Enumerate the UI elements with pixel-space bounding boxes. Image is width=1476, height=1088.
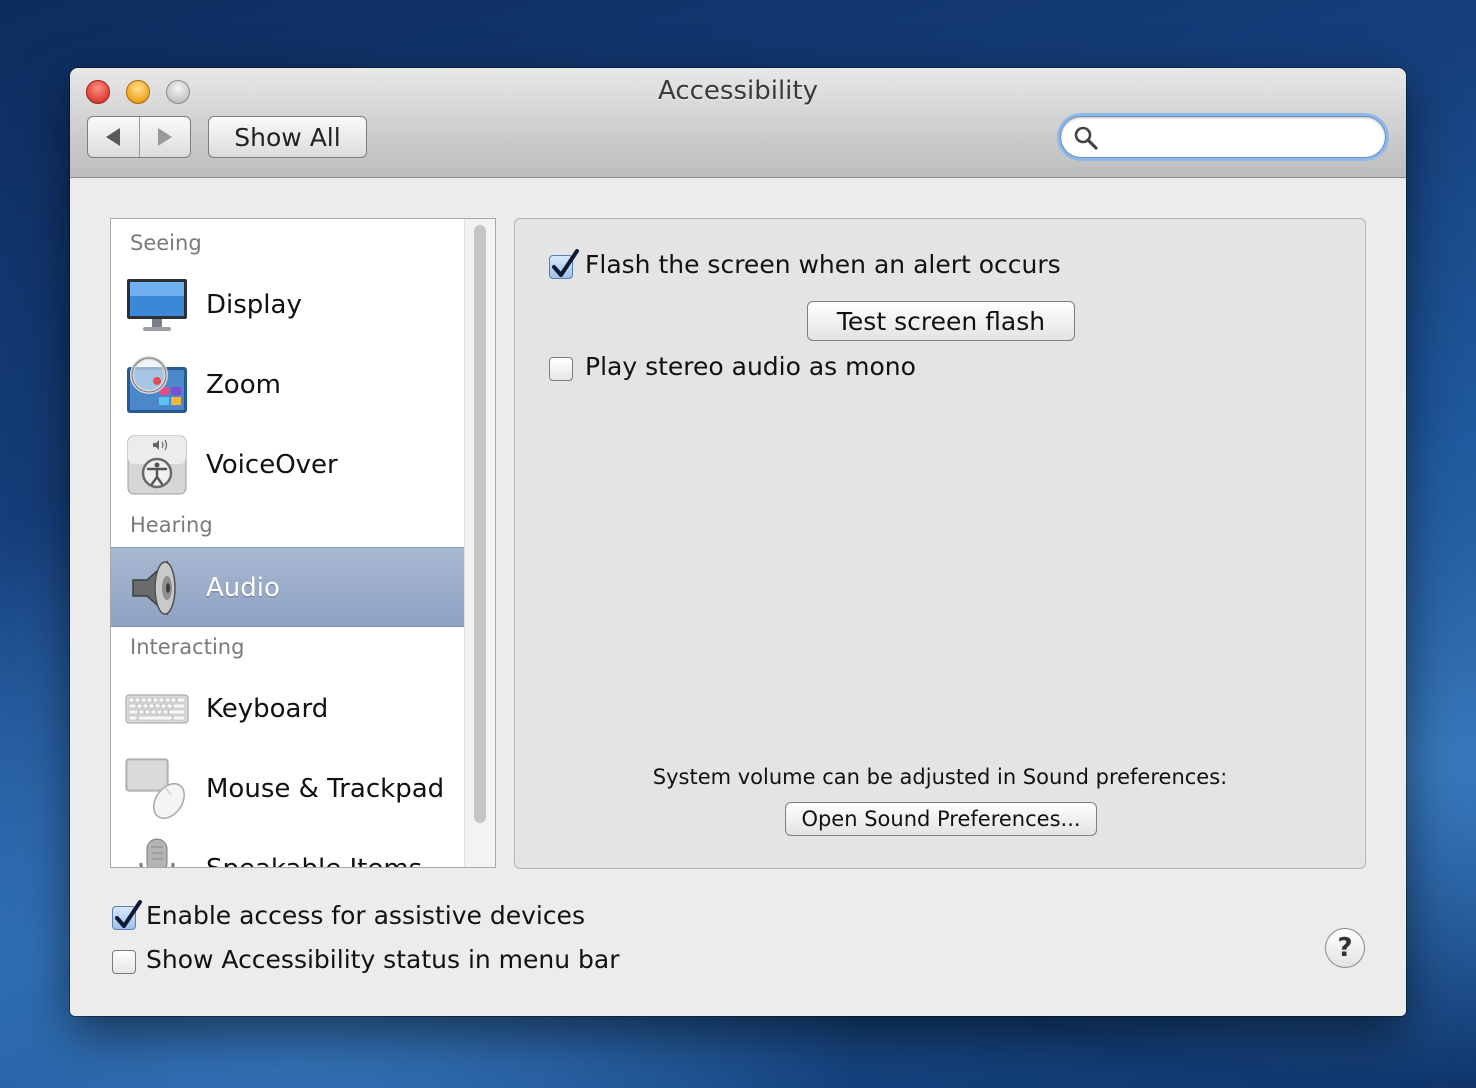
audio-settings-panel: Flash the screen when an alert occurs Te… [514,218,1366,869]
zoom-icon [127,356,187,413]
sidebar-item-label: VoiceOver [206,450,338,480]
sidebar-item-display[interactable]: Display [111,265,466,345]
keyboard-icon [125,694,189,724]
speaker-icon [132,560,176,616]
preferences-window: Accessibility Show All Seeing Display Zo… [70,68,1406,1016]
search-input[interactable] [1105,123,1369,153]
back-forward-control [87,116,191,158]
assistive-devices-checkbox[interactable] [112,900,142,930]
window-title: Accessibility [658,76,818,106]
search-icon [1074,126,1098,150]
checkmark-icon [552,249,579,277]
search-field[interactable] [1060,116,1386,158]
menu-bar-status-checkbox[interactable] [112,950,136,974]
forward-button[interactable] [138,117,191,157]
mono-audio-checkbox[interactable] [549,357,573,381]
flash-screen-checkbox[interactable] [549,249,579,279]
sidebar-item-speakable-items[interactable]: Speakable Items [111,829,466,867]
sidebar-item-zoom[interactable]: Zoom [111,345,466,425]
section-heading-interacting: Interacting [130,635,245,659]
sidebar-item-audio[interactable]: Audio [111,547,466,627]
sidebar-item-label: Mouse & Trackpad [206,774,445,804]
checkmark-icon [115,900,142,928]
forward-arrow-icon [157,128,172,146]
help-button[interactable]: ? [1325,928,1365,968]
sidebar-item-keyboard[interactable]: Keyboard [111,669,466,749]
title-bar: Accessibility Show All [70,68,1406,178]
voiceover-icon [127,435,187,495]
back-arrow-icon [106,128,121,146]
test-screen-flash-button[interactable]: Test screen flash [807,301,1075,341]
mouse-icon [125,758,185,820]
volume-note: System volume can be adjusted in Sound p… [652,765,1228,789]
mono-audio-label: Play stereo audio as mono [585,352,916,381]
sidebar-item-label: Keyboard [206,694,329,724]
microphone-icon [139,838,175,867]
section-heading-hearing: Hearing [130,513,213,537]
sidebar-item-mouse-trackpad[interactable]: Mouse & Trackpad [111,749,466,829]
sidebar-item-label: Zoom [206,370,281,400]
assistive-devices-label: Enable access for assistive devices [146,901,585,930]
sidebar-item-label: Speakable Items [206,829,422,867]
show-all-button[interactable]: Show All [208,116,367,158]
section-heading-seeing: Seeing [130,231,202,255]
sidebar-scrollbar[interactable] [464,219,495,867]
sidebar-item-label: Display [206,290,302,320]
category-list[interactable]: Seeing Display Zoom VoiceOver Hearing Au… [110,218,496,868]
display-icon [127,279,187,331]
scrollbar-thumb[interactable] [474,225,486,823]
flash-screen-label: Flash the screen when an alert occurs [585,250,1061,279]
open-sound-preferences-button[interactable]: Open Sound Preferences... [785,802,1097,836]
menu-bar-status-label: Show Accessibility status in menu bar [146,945,620,974]
sidebar-item-voiceover[interactable]: VoiceOver [111,425,466,505]
sidebar-item-label: Audio [206,573,280,603]
back-button[interactable] [88,117,139,157]
